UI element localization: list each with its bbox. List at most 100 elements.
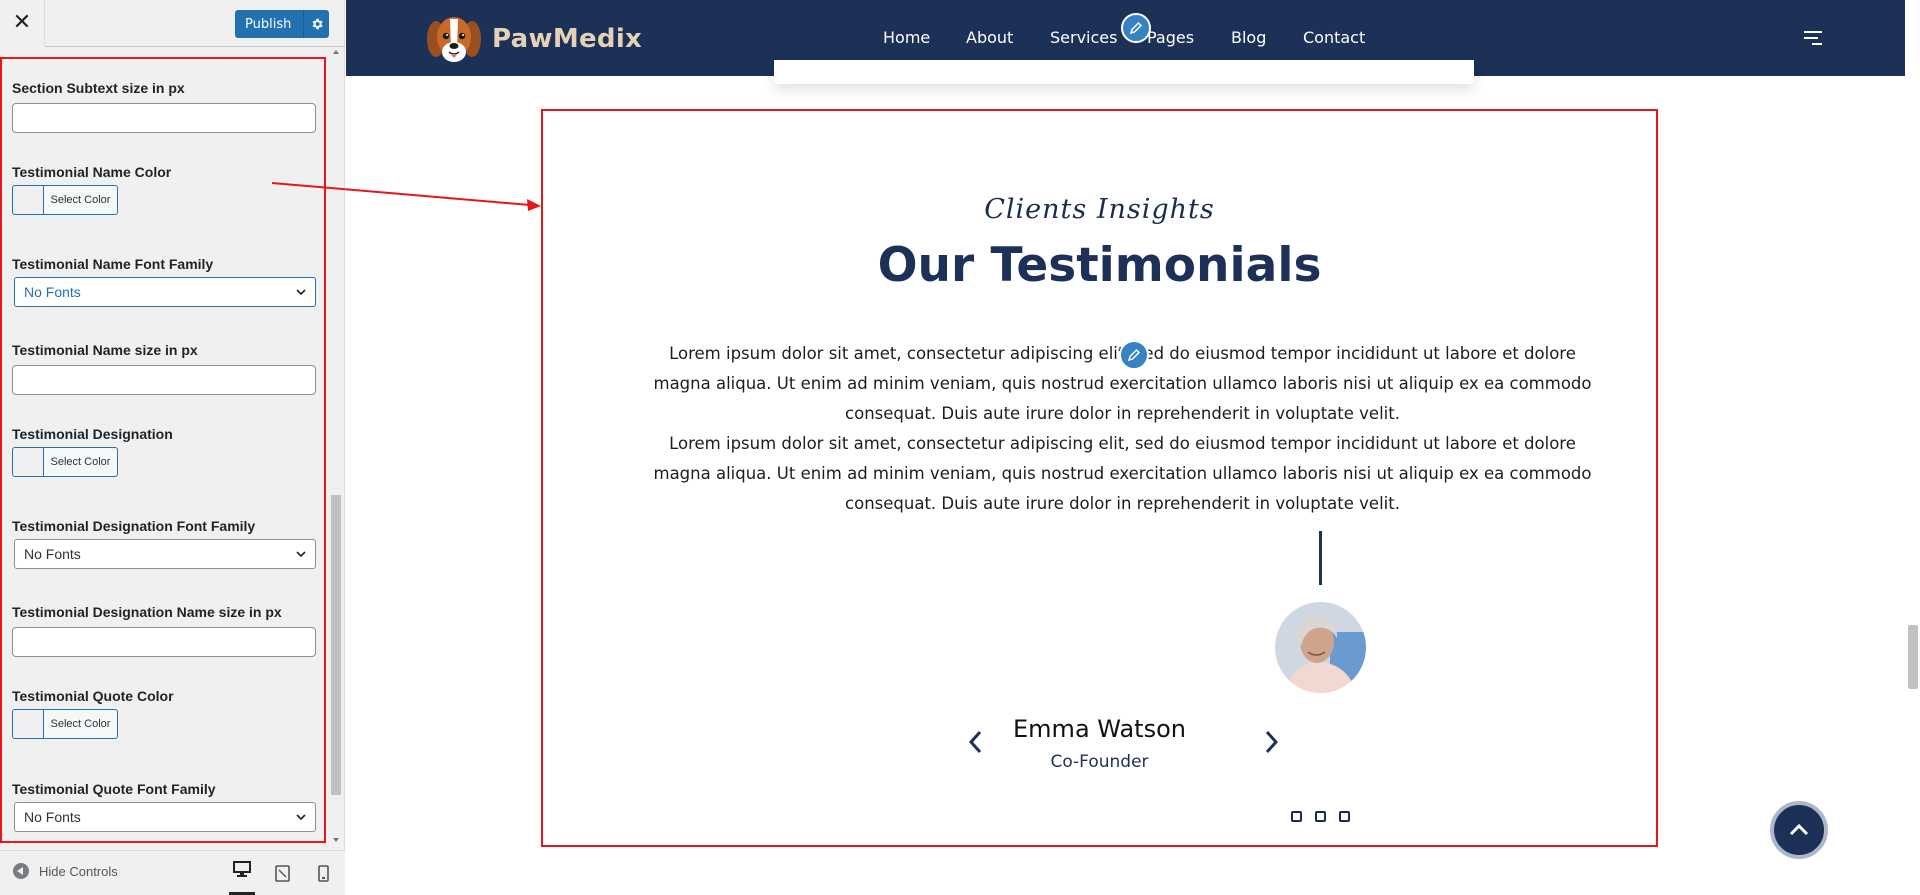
nav-contact[interactable]: Contact xyxy=(1303,28,1365,47)
preview-tablet-button[interactable] xyxy=(269,861,295,885)
sidebar-header: ✕ Publish xyxy=(0,0,345,47)
nav-blog[interactable]: Blog xyxy=(1231,28,1266,47)
select-value: No Fonts xyxy=(24,546,81,562)
quote-divider xyxy=(1319,531,1322,585)
section-subtitle: Clients Insights xyxy=(984,194,1215,225)
color-swatch xyxy=(13,710,44,738)
control-label: Testimonial Designation xyxy=(12,426,173,442)
controls-panel-highlighted: Section Subtext size in px Testimonial N… xyxy=(0,57,326,843)
gear-icon xyxy=(312,18,323,30)
designation-color-picker-button[interactable]: Select Color xyxy=(12,447,118,477)
avatar xyxy=(1275,602,1366,693)
testimonial-quote: Lorem ipsum dolor sit amet, consectetur … xyxy=(644,339,1601,519)
publish-label: Publish xyxy=(245,16,292,32)
customizer-sidebar: ✕ Publish Section Subtext size in px Tes xyxy=(0,0,345,895)
select-color-label: Select Color xyxy=(50,456,111,468)
quote-font-family-select[interactable]: No Fonts xyxy=(14,802,316,832)
slider-dot-3[interactable] xyxy=(1339,811,1350,822)
chevron-down-icon xyxy=(296,289,306,296)
control-label: Testimonial Designation Font Family xyxy=(12,518,256,534)
preview-scrollbar-thumb[interactable] xyxy=(1908,625,1918,689)
next-slide-button[interactable] xyxy=(1261,728,1281,756)
sidebar-footer: Hide Controls xyxy=(0,850,345,895)
section-subtext-size-input[interactable] xyxy=(12,103,316,133)
hide-controls-label: Hide Controls xyxy=(39,863,118,879)
chevron-down-icon xyxy=(296,814,306,821)
control-testimonial-designation-color: Testimonial Designation Select Color xyxy=(12,426,318,477)
chevron-right-icon xyxy=(1265,730,1279,754)
preview-desktop-button[interactable] xyxy=(229,859,255,895)
header-divider xyxy=(45,46,345,47)
quote-paragraph: Lorem ipsum dolor sit amet, consectetur … xyxy=(653,434,1592,513)
previous-section-card xyxy=(774,60,1474,84)
control-label: Testimonial Quote Color xyxy=(12,688,174,704)
name-size-input[interactable] xyxy=(12,365,316,395)
person-photo xyxy=(1275,602,1366,693)
control-label: Testimonial Quote Font Family xyxy=(12,781,216,797)
publish-settings-button[interactable] xyxy=(303,10,329,38)
section-title: Our Testimonials xyxy=(877,238,1322,293)
close-customizer-button[interactable]: ✕ xyxy=(0,0,45,46)
site-preview: PawMedix Home About Services Pages Blog … xyxy=(346,0,1920,895)
tablet-icon xyxy=(274,864,290,882)
control-label: Testimonial Name size in px xyxy=(12,342,198,358)
select-color-label: Select Color xyxy=(50,718,111,730)
chevron-down-icon xyxy=(296,551,306,558)
color-swatch xyxy=(13,448,44,476)
desktop-icon xyxy=(233,861,251,877)
select-color-label: Select Color xyxy=(50,194,111,206)
quote-color-picker-button[interactable]: Select Color xyxy=(12,709,118,739)
scrollbar-thumb[interactable] xyxy=(331,495,341,795)
control-testimonial-quote-font-family: Testimonial Quote Font Family No Fonts xyxy=(12,781,318,832)
hamburger-menu-icon[interactable] xyxy=(1804,31,1822,45)
testimonials-section-highlighted: Clients Insights Our Testimonials Lorem … xyxy=(541,109,1658,847)
name-color-picker-button[interactable]: Select Color xyxy=(12,185,118,215)
edit-testimonial-shortcut[interactable] xyxy=(1119,340,1149,370)
collapse-arrow-icon xyxy=(13,863,29,879)
control-testimonial-name-size: Testimonial Name size in px xyxy=(12,342,318,395)
edit-menu-shortcut[interactable] xyxy=(1121,13,1151,43)
control-testimonial-designation-size: Testimonial Designation Name size in px xyxy=(12,604,318,657)
publish-button[interactable]: Publish xyxy=(235,10,329,38)
color-swatch xyxy=(13,186,44,214)
sidebar-scrollbar[interactable] xyxy=(330,50,342,845)
pencil-icon xyxy=(1127,348,1141,362)
hide-controls-button[interactable]: Hide Controls xyxy=(13,863,118,879)
preview-scrollbar[interactable] xyxy=(1905,0,1920,895)
scroll-up-arrow[interactable] xyxy=(333,50,339,54)
slider-dot-2[interactable] xyxy=(1315,811,1326,822)
control-label: Section Subtext size in px xyxy=(12,80,185,96)
preview-mobile-button[interactable] xyxy=(310,861,336,885)
scroll-down-arrow[interactable] xyxy=(333,838,339,842)
designation-size-input[interactable] xyxy=(12,627,316,657)
control-section-subtext-size: Section Subtext size in px xyxy=(12,80,318,133)
control-testimonial-designation-font-family: Testimonial Designation Font Family No F… xyxy=(12,518,318,569)
designation-font-family-select[interactable]: No Fonts xyxy=(14,539,316,569)
menu-line xyxy=(1804,37,1818,39)
slider-dots xyxy=(1291,811,1363,822)
slider-dot-1[interactable] xyxy=(1291,811,1302,822)
scroll-to-top-button[interactable] xyxy=(1770,801,1828,859)
control-testimonial-name-color: Testimonial Name Color Select Color xyxy=(12,164,318,215)
testimonial-name: Emma Watson xyxy=(1013,715,1186,743)
menu-line xyxy=(1812,43,1822,45)
customizer-screen: ✕ Publish Section Subtext size in px Tes xyxy=(0,0,1920,895)
chevron-up-icon xyxy=(1789,823,1809,836)
control-label: Testimonial Name Color xyxy=(12,164,172,180)
select-value: No Fonts xyxy=(24,809,81,825)
control-label: Testimonial Name Font Family xyxy=(12,256,214,272)
select-value: No Fonts xyxy=(24,284,81,300)
pencil-icon xyxy=(1129,21,1143,35)
name-font-family-select[interactable]: No Fonts xyxy=(14,277,316,307)
control-testimonial-name-font-family: Testimonial Name Font Family No Fonts xyxy=(12,256,318,307)
nav-services[interactable]: Services xyxy=(1050,28,1117,47)
control-label: Testimonial Designation Name size in px xyxy=(12,604,282,620)
mobile-icon xyxy=(317,864,329,882)
menu-line xyxy=(1804,31,1822,33)
control-testimonial-quote-color: Testimonial Quote Color Select Color xyxy=(12,688,318,739)
close-icon: ✕ xyxy=(12,10,32,35)
nav-about[interactable]: About xyxy=(966,28,1013,47)
nav-pages[interactable]: Pages xyxy=(1147,28,1194,47)
nav-home[interactable]: Home xyxy=(883,28,930,47)
testimonial-designation: Co-Founder xyxy=(1050,752,1149,772)
